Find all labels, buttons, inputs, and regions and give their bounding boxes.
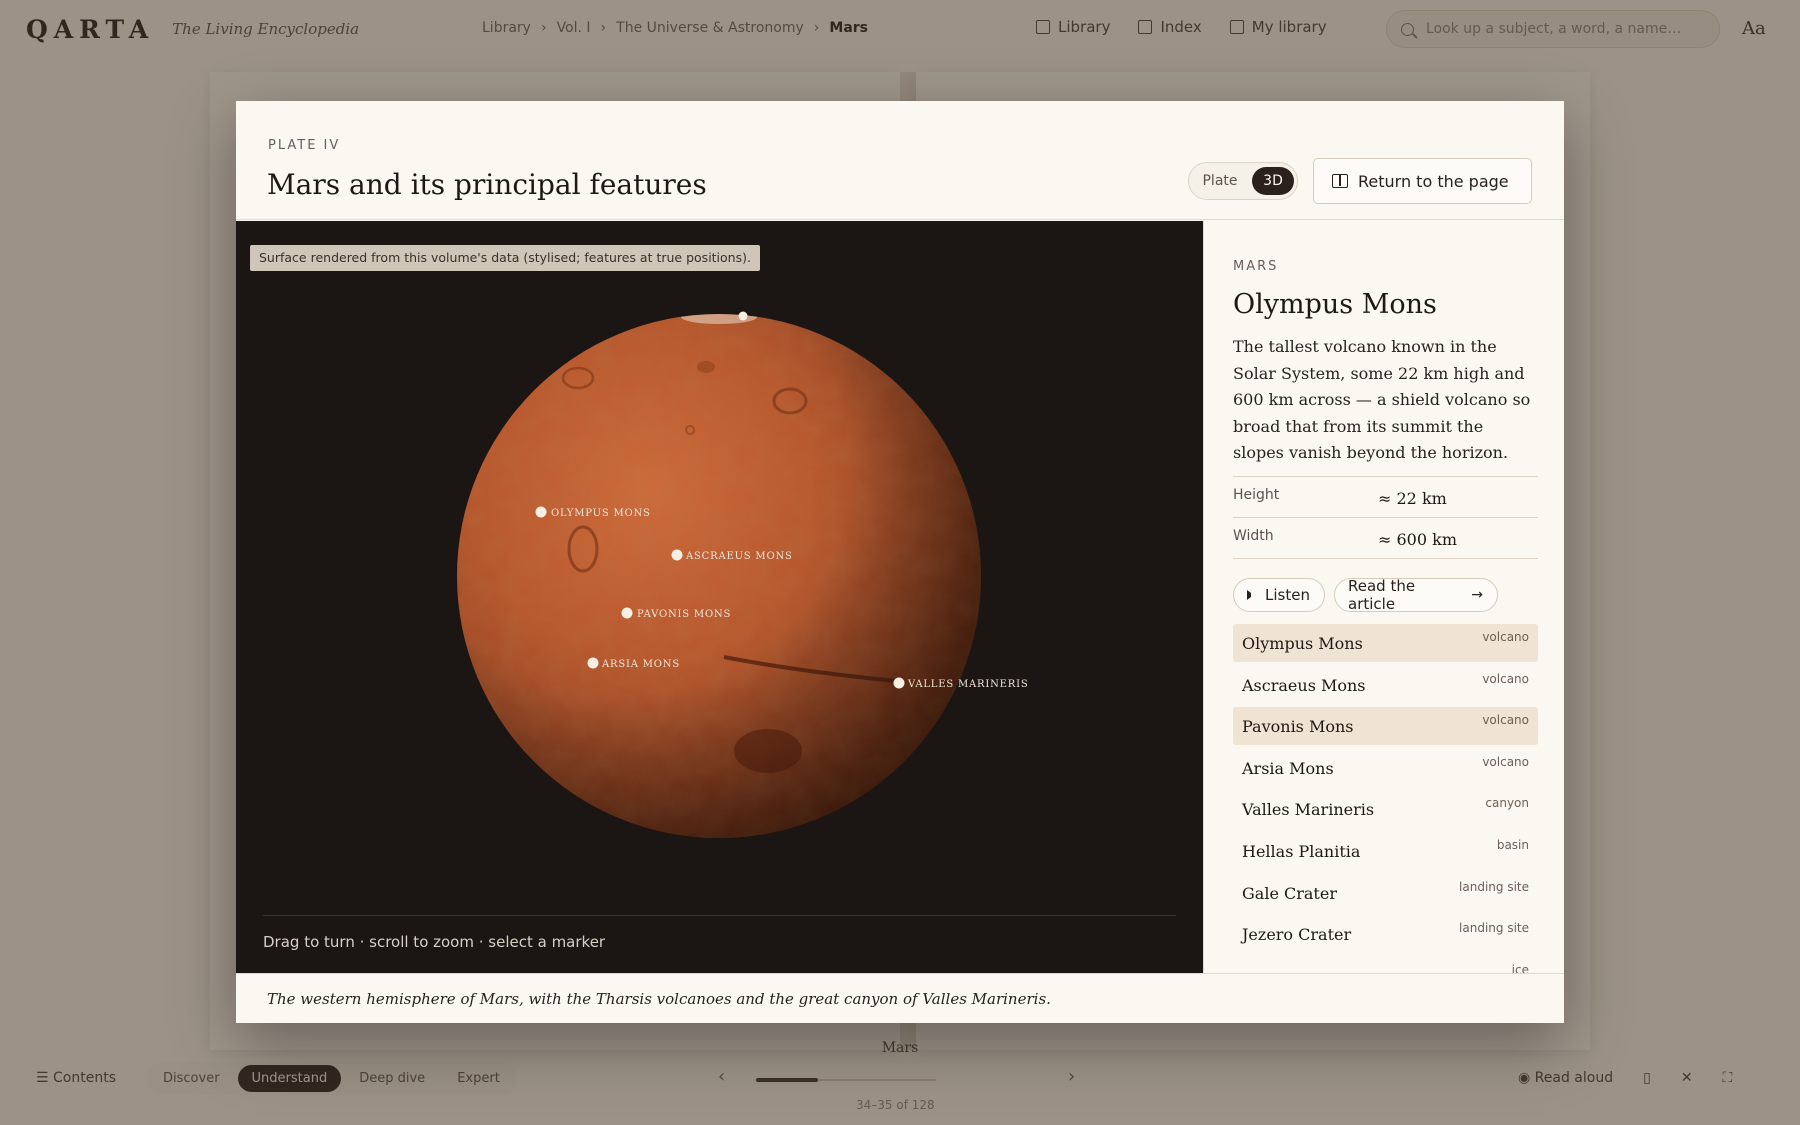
terminator-shade [457, 314, 981, 838]
plate-modal: PLATE IV Mars and its principal features… [236, 101, 1564, 1023]
listen-button[interactable]: Listen [1233, 578, 1325, 612]
mars-globe[interactable]: OLYMPUS MONS ASCRAEUS MONS PAVONIS MONS … [236, 221, 1203, 973]
feature-list: Olympus Mons volcano Ascraeus Mons volcano… [1233, 624, 1538, 973]
feature-list-item[interactable]: Ascraeus Mons volcano [1233, 666, 1538, 704]
feature-list-item[interactable]: Arsia Mons volcano [1233, 749, 1538, 787]
panel-kicker: MARS [1233, 259, 1279, 274]
fact-key: Height [1233, 487, 1280, 503]
svg-text:ARSIA MONS: ARSIA MONS [601, 659, 680, 670]
marker-arsia-mons[interactable]: ARSIA MONS [587, 657, 681, 671]
fact-row: Width ≈ 600 km [1233, 518, 1538, 559]
read-article-button[interactable]: Read the article → [1334, 577, 1498, 613]
fact-value: ≈ 22 km [1378, 489, 1447, 508]
feature-list-item[interactable]: Olympus Mons volcano [1233, 624, 1538, 662]
speaker-icon [1247, 590, 1255, 600]
plate-number: PLATE IV [268, 138, 341, 153]
feature-list-item[interactable]: Jezero Crater landing site [1233, 915, 1538, 953]
return-label: Return to the page [1358, 171, 1509, 191]
view-toggle: Plate 3D [1188, 162, 1298, 200]
marker-olympus-mons[interactable]: OLYMPUS MONS [535, 506, 651, 520]
feature-list-item[interactable]: Hellas Planitia basin [1233, 832, 1538, 870]
return-to-page-button[interactable]: Return to the page [1313, 158, 1532, 204]
feature-panel: MARS Olympus Mons The tallest volcano kn… [1203, 221, 1564, 973]
fact-key: Width [1233, 528, 1274, 544]
globe-viewer[interactable]: OLYMPUS MONS ASCRAEUS MONS PAVONIS MONS … [236, 221, 1203, 973]
marker-pavonis-mons[interactable]: PAVONIS MONS [621, 607, 732, 621]
arrow-right-icon: → [1471, 587, 1483, 603]
feature-list-item[interactable]: Valles Marineris canyon [1233, 790, 1538, 828]
fact-value: ≈ 600 km [1378, 530, 1457, 549]
modal-header: PLATE IV Mars and its principal features… [236, 101, 1564, 220]
svg-text:ASCRAEUS MONS: ASCRAEUS MONS [685, 551, 793, 562]
svg-text:OLYMPUS MONS: OLYMPUS MONS [551, 508, 651, 519]
fact-row: Height ≈ 22 km [1233, 477, 1538, 518]
view-option-3d[interactable]: 3D [1252, 167, 1294, 195]
svg-text:PAVONIS MONS: PAVONIS MONS [637, 609, 731, 620]
interaction-hint: Drag to turn · scroll to zoom · select a… [263, 933, 606, 951]
marker-valles-marineris[interactable]: VALLES MARINERIS [893, 677, 1029, 691]
plate-title: Mars and its principal features [267, 168, 707, 201]
caption-bar: The western hemisphere of Mars, with the… [236, 973, 1564, 1023]
plate-caption: The western hemisphere of Mars, with the… [267, 990, 1051, 1008]
feature-title: Olympus Mons [1233, 289, 1437, 320]
feature-list-item[interactable]: ice [1233, 957, 1538, 973]
feature-facts: Height ≈ 22 km Width ≈ 600 km [1233, 476, 1538, 559]
marker-ascraeus-mons[interactable]: ASCRAEUS MONS [671, 549, 793, 563]
view-option-plate[interactable]: Plate [1195, 167, 1245, 195]
svg-text:VALLES MARINERIS: VALLES MARINERIS [907, 679, 1029, 690]
feature-list-item[interactable]: Pavonis Mons volcano [1233, 707, 1538, 746]
viewer-divider [263, 915, 1176, 916]
marker-north-pole[interactable] [738, 311, 748, 321]
book-icon [1332, 174, 1348, 188]
feature-list-item[interactable]: Gale Crater landing site [1233, 874, 1538, 912]
render-note: Surface rendered from this volume's data… [250, 245, 760, 271]
feature-description: The tallest volcano known in the Solar S… [1233, 337, 1531, 462]
